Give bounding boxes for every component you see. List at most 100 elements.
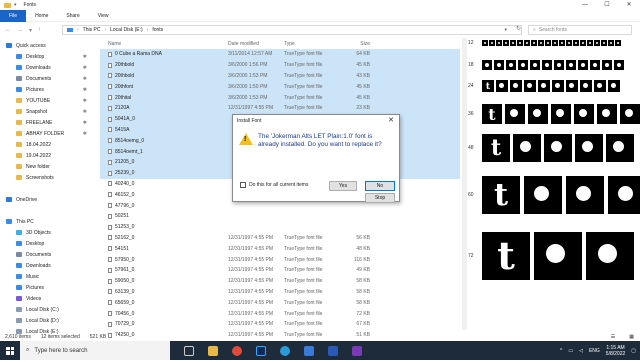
dialog-close-icon[interactable]: ✕ [388,116,394,124]
sidebar-item[interactable]: 19.04.2022 [0,150,95,161]
file-row[interactable]: 65659_0 12/31/1997 4:55 PM TrueType font f… [100,297,460,308]
show-hidden-icons-icon[interactable]: ^ [560,348,562,354]
column-size[interactable]: Size [340,41,370,47]
file-row[interactable]: 2120A 12/31/1997 4:55 PM TrueType font fil… [100,102,460,114]
preview-size-row: 72 t [468,232,638,280]
column-date-modified[interactable]: Date modified [228,41,284,47]
column-name[interactable]: Name [100,41,228,47]
file-row[interactable]: 70456_0 12/31/1997 4:55 PM TrueType font f… [100,308,460,319]
font-file-icon [108,127,112,133]
volume-icon[interactable]: ◁ [579,348,583,354]
taskbar-search[interactable]: ⌕ Type here to search [20,341,170,360]
file-explorer-icon[interactable] [208,345,218,356]
sidebar-item[interactable]: Documents [0,249,95,260]
sidebar-item[interactable]: 18.04.2022 [0,139,95,150]
breadcrumb-local-disk-e[interactable]: Local Disk (E:) [110,27,143,33]
edge-icon[interactable] [280,345,290,356]
mail-icon[interactable] [328,345,338,356]
sidebar-item[interactable]: Desktop ✱ [0,51,95,62]
file-row[interactable]: 57961_0 12/31/1997 4:55 PM TrueType font f… [100,265,460,276]
quick-access-toolbar-icon[interactable]: ▾ [14,2,17,8]
sidebar-item[interactable]: Local Disk (D:) [0,315,95,326]
sidebar-item[interactable]: Pictures [0,282,95,293]
notifications-icon[interactable]: ▢ [631,348,636,354]
sidebar-item[interactable]: Downloads [0,260,95,271]
file-name: 8514oemt_1 [115,148,143,155]
font-file-icon [108,289,112,295]
forward-arrow-icon[interactable]: → [17,27,23,34]
sidebar-item-label: Local Disk (C:) [26,306,59,313]
file-row[interactable]: 54151 12/31/1997 4:55 PM TrueType font fil… [100,243,460,254]
file-row[interactable]: 57950_0 12/31/1997 4:55 PM TrueType font f… [100,254,460,265]
file-row[interactable]: 63139_0 12/31/1997 4:55 PM TrueType font f… [100,287,460,298]
file-row[interactable]: 59050_0 12/31/1997 4:55 PM TrueType font f… [100,276,460,287]
tab-home[interactable]: Home [26,10,57,22]
file-row[interactable]: 20thital 3/6/2000 1:53 PM TrueType font fi… [100,92,460,103]
sidebar-item[interactable]: Downloads ✱ [0,62,95,73]
breadcrumb-this-pc[interactable]: This PC [83,27,101,33]
file-row[interactable]: 0 Cube a Rama DNA 3/11/2014 12:57 AM TrueT… [100,49,460,60]
start-button[interactable] [0,341,20,360]
photoshop-icon[interactable] [256,345,266,356]
font-glyph [608,40,614,46]
tab-view[interactable]: View [89,10,118,22]
yes-button[interactable]: Yes [329,181,357,191]
sidebar-item[interactable]: Documents ✱ [0,73,95,84]
maximize-button[interactable]: ☐ [596,0,618,10]
file-row[interactable]: 70729_0 12/31/1997 4:55 PM TrueType font f… [100,319,460,330]
search-box[interactable]: ⌕ Search fonts [528,25,632,35]
no-button[interactable]: No [365,181,395,191]
clock[interactable]: 1:15 AM 5/8/2022 [606,345,625,357]
checkbox-box[interactable] [240,182,246,188]
large-icons-view-icon[interactable]: ▦ [629,334,634,340]
file-type: TrueType font file [284,321,323,328]
task-view-icon[interactable] [184,345,194,356]
sidebar-item[interactable]: Snapshot ✱ [0,106,95,117]
apply-all-checkbox[interactable]: Do this for all current items [240,182,308,188]
file-row[interactable]: 50251 [100,211,460,222]
file-row[interactable]: 20thfont 3/6/2000 1:50 PM TrueType font fi… [100,81,460,93]
refresh-icon[interactable]: ↻ [516,25,521,32]
sidebar-item[interactable]: OneDrive [0,194,95,205]
vertical-scrollbar[interactable] [462,38,467,330]
minimize-button[interactable]: — [574,0,596,10]
breadcrumb-fonts[interactable]: fonts [152,27,163,33]
close-button[interactable]: ✕ [618,0,640,10]
sidebar-item[interactable]: New folder [0,161,95,172]
sidebar-item[interactable]: Screenshots [0,172,95,183]
back-arrow-icon[interactable]: ← [5,27,11,34]
file-row[interactable]: 51253_0 [100,222,460,233]
onenote-icon[interactable] [352,345,362,356]
file-row[interactable]: 52162_0 12/31/1997 4:55 PM TrueType font f… [100,233,460,244]
sidebar-item-label: Desktop [26,240,45,247]
details-view-icon[interactable]: ☰ [611,334,615,340]
file-type: TrueType font file [284,83,323,90]
file-row[interactable]: 20thbold 3/6/2000 1:53 PM TrueType font fi… [100,70,460,82]
sidebar-item[interactable]: Desktop [0,238,95,249]
sidebar-item[interactable]: FREELANE ✱ [0,117,95,128]
language-indicator[interactable]: ENG [589,348,600,354]
sidebar-item[interactable]: This PC [0,216,95,227]
sidebar-item[interactable]: YOUTUBE ✱ [0,95,95,106]
sidebar-item[interactable]: Pictures ✱ [0,84,95,95]
file-name-cell: 57961_0 [100,267,228,273]
sidebar-item[interactable]: Videos [0,293,95,304]
up-arrow-icon[interactable]: ↑ [38,27,41,34]
sidebar-item[interactable]: Quick access [0,40,95,51]
address-bar[interactable]: › This PC › Local Disk (E:) › fonts ▾ [62,25,522,35]
file-row[interactable]: 20thbold 3/6/2000 1:56 PM TrueType font fi… [100,59,460,71]
store-icon[interactable] [304,345,314,356]
network-icon[interactable]: ▭ [568,348,573,354]
sidebar-item[interactable]: ABHAY FOLDER ✱ [0,128,95,139]
tab-file[interactable]: File [0,9,27,22]
sidebar-item[interactable]: Local Disk (C:) [0,304,95,315]
chrome-icon[interactable] [232,345,242,356]
address-dropdown-icon[interactable]: ▾ [504,27,507,33]
column-type[interactable]: Type [284,41,340,47]
sidebar-item[interactable]: 3D Objects [0,227,95,238]
tab-share[interactable]: Share [57,10,88,22]
stop-button[interactable]: Stop [365,193,395,203]
recent-dropdown-icon[interactable]: ▾ [29,27,32,34]
sidebar-item[interactable]: Music [0,271,95,282]
